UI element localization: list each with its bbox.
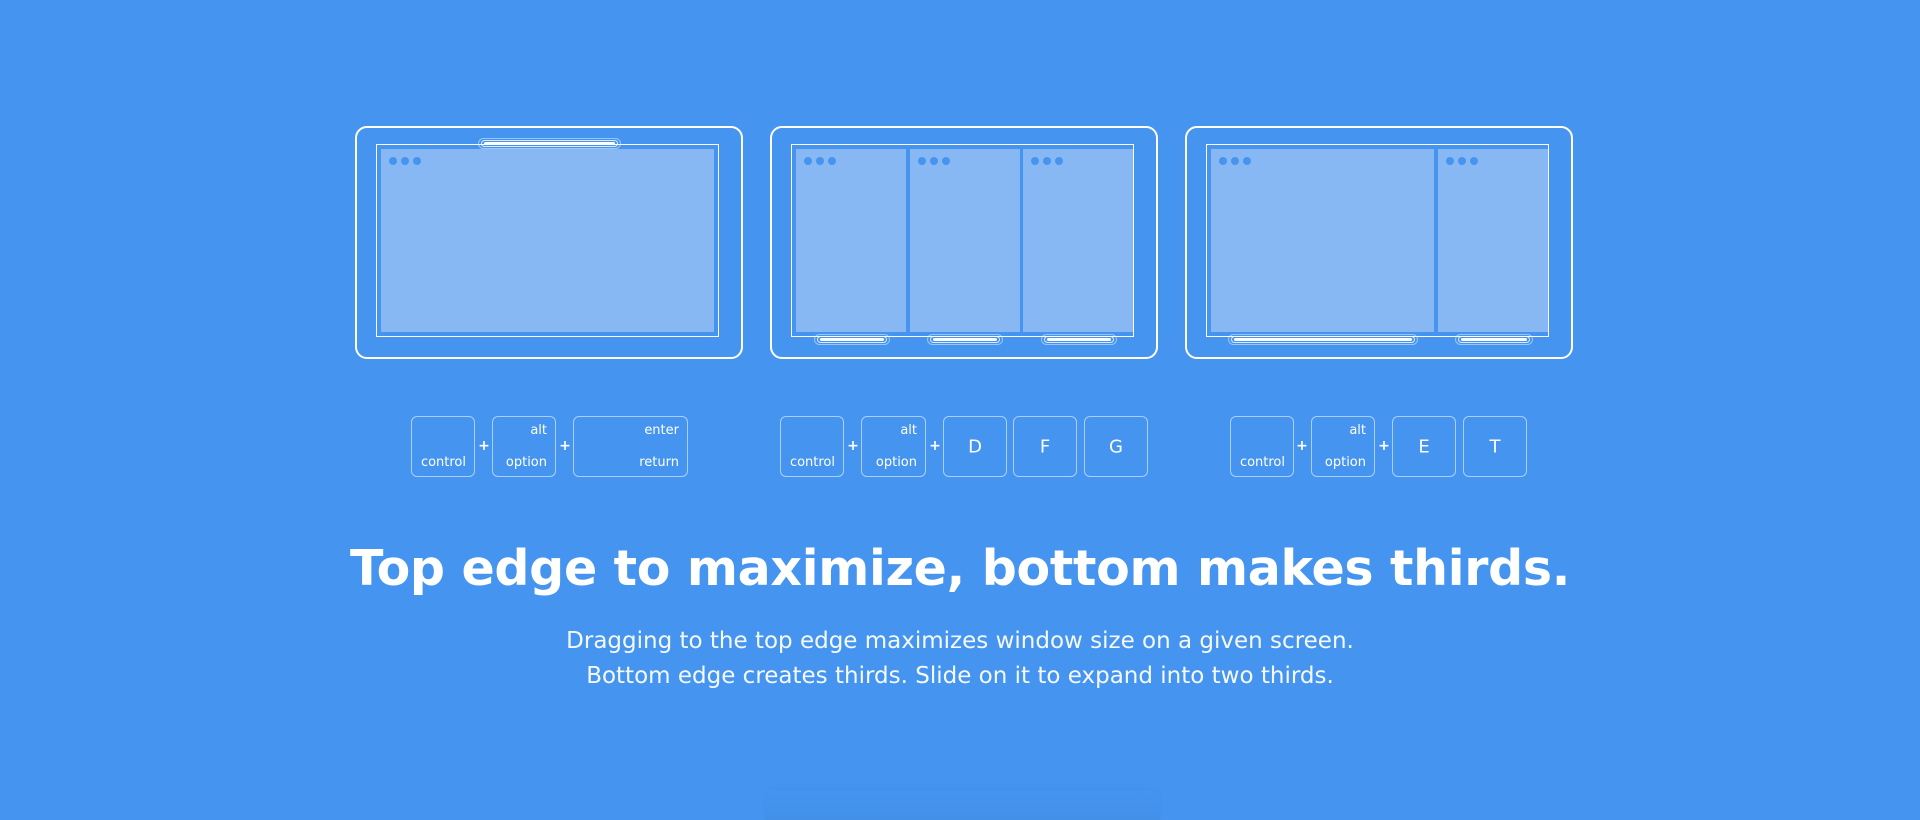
key-option: alt option (492, 416, 556, 477)
dot-icon (804, 157, 812, 165)
window-controls-icon (918, 157, 950, 165)
dot-icon (401, 157, 409, 165)
key-f: F (1013, 416, 1077, 477)
dot-icon (828, 157, 836, 165)
key-label: return (639, 455, 679, 470)
key-enter: enter return (573, 416, 688, 477)
key-option: alt option (861, 416, 926, 477)
drag-handle-bottom-first[interactable] (814, 334, 890, 345)
dot-icon (918, 157, 926, 165)
window-center-third (910, 149, 1020, 332)
key-d: D (943, 416, 1007, 477)
key-label: F (1039, 436, 1051, 457)
description-line-1: Dragging to the top edge maximizes windo… (566, 628, 1354, 654)
drag-handle-bottom-last[interactable] (1041, 334, 1117, 345)
window-controls-icon (1031, 157, 1063, 165)
key-label: option (1324, 455, 1366, 470)
key-label: T (1489, 436, 1501, 457)
key-label-top: alt (1349, 423, 1366, 438)
key-option: alt option (1311, 416, 1375, 477)
key-label: control (420, 455, 466, 470)
window-controls-icon (1446, 157, 1478, 165)
drag-handle-top[interactable] (478, 138, 621, 149)
key-label: G (1109, 436, 1123, 457)
plus-icon: + (1296, 438, 1308, 454)
key-label-top: alt (530, 423, 547, 438)
partial-panel-edge (765, 790, 1160, 820)
dot-icon (1470, 157, 1478, 165)
drag-handle-bottom-two-thirds[interactable] (1228, 334, 1418, 345)
window-controls-icon (1219, 157, 1251, 165)
dot-icon (413, 157, 421, 165)
key-control: control (411, 416, 475, 477)
key-label: E (1418, 436, 1430, 457)
key-control: control (780, 416, 844, 477)
screen-frame-two-thirds (1185, 126, 1573, 359)
dot-icon (389, 157, 397, 165)
plus-icon: + (478, 438, 490, 454)
window-last-third (1023, 149, 1133, 332)
dot-icon (1055, 157, 1063, 165)
key-e: E (1392, 416, 1456, 477)
page-title: Top edge to maximize, bottom makes third… (349, 540, 1571, 597)
dot-icon (1219, 157, 1227, 165)
dot-icon (1458, 157, 1466, 165)
screen-area (1206, 144, 1549, 337)
description-line-2: Bottom edge creates thirds. Slide on it … (586, 663, 1334, 689)
window-controls-icon (804, 157, 836, 165)
dot-icon (1243, 157, 1251, 165)
plus-icon: + (929, 438, 941, 454)
dot-icon (1031, 157, 1039, 165)
key-label: control (1239, 455, 1285, 470)
window-first-third (796, 149, 906, 332)
dot-icon (942, 157, 950, 165)
key-label-top: alt (900, 423, 917, 438)
key-t: T (1463, 416, 1527, 477)
dot-icon (930, 157, 938, 165)
plus-icon: + (1378, 438, 1390, 454)
screen-frame-maximize (355, 126, 743, 359)
dot-icon (1446, 157, 1454, 165)
window-controls-icon (389, 157, 421, 165)
drag-handle-bottom-last[interactable] (1455, 334, 1533, 345)
key-label: control (789, 455, 835, 470)
window-maximized (381, 149, 714, 332)
plus-icon: + (847, 438, 859, 454)
dot-icon (1043, 157, 1051, 165)
key-label: option (875, 455, 917, 470)
key-g: G (1084, 416, 1148, 477)
key-label-top: enter (644, 423, 679, 438)
window-two-thirds (1211, 149, 1434, 332)
plus-icon: + (559, 438, 571, 454)
screen-area (791, 144, 1134, 337)
key-label: D (968, 436, 982, 457)
drag-handle-bottom-center[interactable] (927, 334, 1003, 345)
key-control: control (1230, 416, 1294, 477)
dot-icon (1231, 157, 1239, 165)
description: Dragging to the top edge maximizes windo… (0, 624, 1920, 694)
key-label: option (505, 455, 547, 470)
screen-area (376, 144, 719, 337)
screen-frame-thirds (770, 126, 1158, 359)
window-one-third (1438, 149, 1548, 332)
dot-icon (816, 157, 824, 165)
